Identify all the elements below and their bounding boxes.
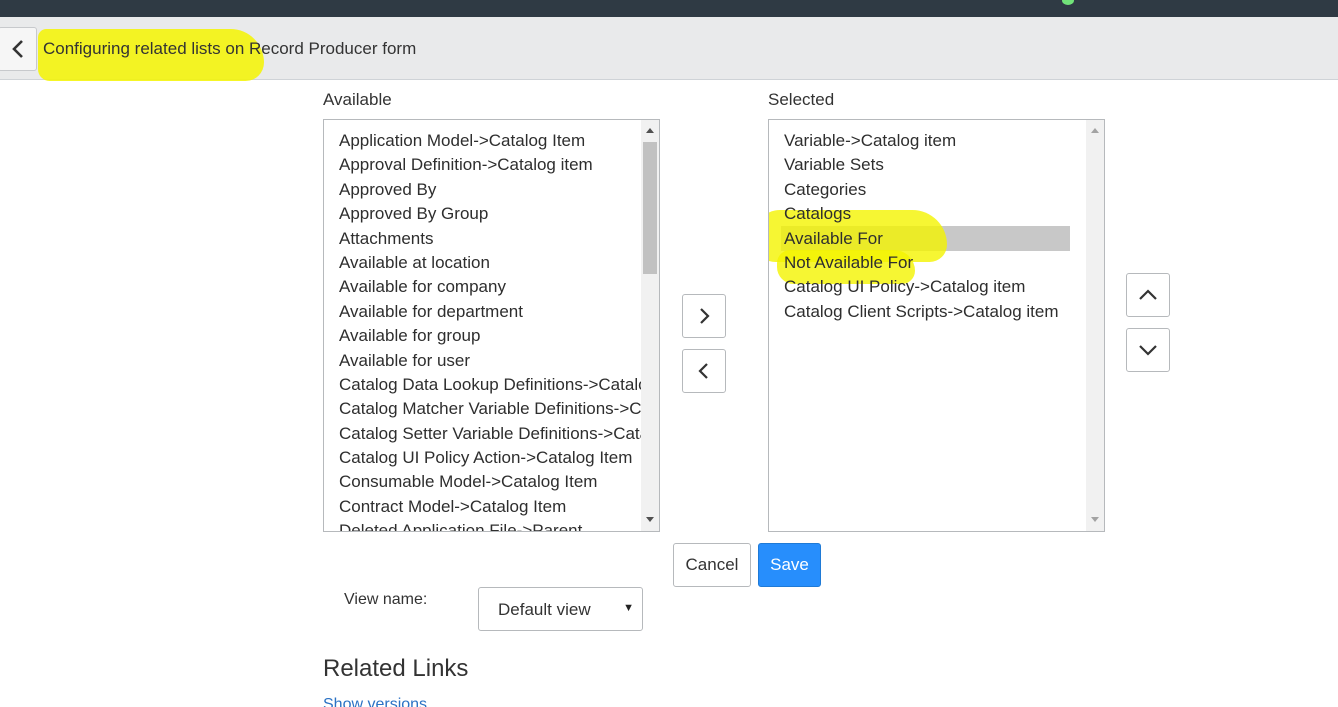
chevron-down-icon — [1139, 345, 1157, 356]
remove-from-selected-button[interactable] — [682, 349, 726, 393]
selected-scrollbar[interactable] — [1086, 120, 1104, 531]
selected-items: Variable->Catalog item Variable Sets Categ… — [784, 129, 1086, 324]
top-navigation-bar — [0, 0, 1338, 17]
cancel-button[interactable]: Cancel — [673, 543, 751, 587]
list-item[interactable]: Approval Definition->Catalog item — [339, 153, 641, 177]
list-item[interactable]: Not Available For — [784, 251, 1086, 275]
related-links-heading: Related Links — [323, 655, 469, 682]
chevron-up-icon — [1139, 289, 1157, 300]
list-item[interactable]: Available for department — [339, 300, 641, 324]
move-up-button[interactable] — [1126, 273, 1170, 317]
scroll-down-icon[interactable] — [1091, 517, 1099, 522]
list-item[interactable]: Catalog UI Policy Action->Catalog Item — [339, 446, 641, 470]
scroll-down-icon[interactable] — [646, 517, 654, 522]
list-item[interactable]: Categories — [784, 178, 1086, 202]
add-to-selected-button[interactable] — [682, 294, 726, 338]
list-item[interactable]: Catalog Data Lookup Definitions->Catalog… — [339, 373, 659, 397]
list-item[interactable]: Available for group — [339, 324, 641, 348]
list-item[interactable]: Approved By — [339, 178, 641, 202]
show-versions-link[interactable]: Show versions — [323, 696, 427, 707]
form-header: Configuring related lists on Record Prod… — [0, 17, 1338, 81]
list-item[interactable]: Catalogs — [784, 202, 1086, 226]
list-item[interactable]: Catalog Setter Variable Definitions->Cat… — [339, 422, 659, 446]
back-button[interactable] — [0, 27, 37, 71]
list-item[interactable]: Attachments — [339, 227, 641, 251]
list-item[interactable]: Contract Model->Catalog Item — [339, 495, 641, 519]
list-item[interactable]: Catalog Matcher Variable Definitions->Ca… — [339, 397, 659, 421]
list-item[interactable]: Available for user — [339, 349, 641, 373]
scroll-thumb[interactable] — [643, 142, 657, 274]
list-item[interactable]: Deleted Application File->Parent — [339, 519, 641, 531]
list-item[interactable]: Approved By Group — [339, 202, 641, 226]
list-item[interactable]: Consumable Model->Catalog Item — [339, 470, 641, 494]
selected-listbox[interactable]: Variable->Catalog item Variable Sets Categ… — [768, 119, 1105, 532]
available-label: Available — [323, 90, 392, 109]
available-listbox[interactable]: Application Model->Catalog Item Approval … — [323, 119, 660, 532]
move-down-button[interactable] — [1126, 328, 1170, 372]
chevron-left-icon — [698, 363, 708, 379]
chevron-right-icon — [700, 308, 710, 324]
status-indicator-icon — [1062, 0, 1074, 5]
available-scrollbar[interactable] — [641, 120, 659, 531]
list-item[interactable]: Available for company — [339, 275, 641, 299]
caret-down-icon: ▼ — [623, 602, 634, 614]
list-item[interactable]: Variable->Catalog item — [784, 129, 1086, 153]
scroll-up-icon[interactable] — [646, 128, 654, 133]
list-item[interactable]: Catalog UI Policy->Catalog item — [784, 275, 1086, 299]
list-item[interactable]: Catalog Client Scripts->Catalog item — [784, 300, 1086, 324]
view-name-label: View name: — [344, 591, 428, 608]
list-item[interactable]: Variable Sets — [784, 153, 1086, 177]
chevron-left-icon — [11, 40, 23, 58]
view-name-value: Default view — [498, 600, 591, 619]
available-items: Application Model->Catalog Item Approval … — [339, 129, 659, 531]
save-button[interactable]: Save — [758, 543, 821, 587]
list-item[interactable]: Available at location — [339, 251, 641, 275]
list-item[interactable]: Application Model->Catalog Item — [339, 129, 641, 153]
page-title: Configuring related lists on Record Prod… — [43, 39, 417, 58]
scroll-up-icon[interactable] — [1091, 128, 1099, 133]
list-item[interactable]: Available For — [784, 227, 1086, 251]
selected-label: Selected — [768, 90, 835, 109]
view-name-select[interactable]: Default view ▼ — [478, 587, 643, 631]
